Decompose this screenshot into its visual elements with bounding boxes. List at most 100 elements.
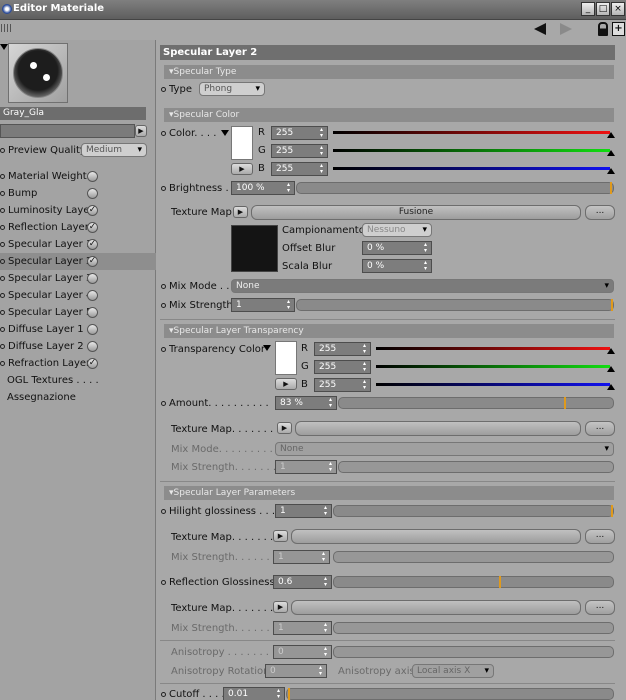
r-input[interactable]: 255 (271, 126, 328, 140)
tg-input[interactable]: 255 (314, 360, 371, 374)
unchecked-icon[interactable] (87, 171, 98, 182)
channel-item[interactable]: OGL Textures . . . . (0, 372, 156, 389)
param-texture-2-arrow[interactable]: ▶ (273, 601, 288, 613)
mix-strength-input[interactable]: 1 (231, 298, 295, 312)
close-button[interactable]: × (611, 2, 625, 16)
type-select[interactable]: Phong (199, 82, 265, 96)
channel-item[interactable]: Bump (0, 185, 156, 202)
tg-slider-handle[interactable] (607, 366, 615, 372)
texture-map-button[interactable]: Fusione (251, 205, 581, 220)
tr-input[interactable]: 255 (314, 342, 371, 356)
channel-item[interactable]: Diffuse Layer 1 (0, 321, 156, 338)
g-slider[interactable] (333, 149, 610, 152)
transparency-color-menu-icon[interactable] (263, 345, 271, 351)
checked-icon[interactable]: ✓ (87, 205, 98, 216)
transparency-color-swatch[interactable] (275, 341, 297, 375)
anisotropy-input[interactable]: 0 (273, 645, 332, 659)
amount-slider[interactable] (338, 397, 614, 409)
unchecked-icon[interactable] (87, 341, 98, 352)
checked-icon[interactable]: ✓ (87, 256, 98, 267)
preview-quality-select[interactable]: Medium (81, 143, 147, 157)
collapse-triangle-icon[interactable] (0, 44, 8, 50)
channel-item[interactable]: Refraction Layer (0, 355, 156, 372)
unchecked-icon[interactable] (87, 307, 98, 318)
g-slider-handle[interactable] (607, 150, 615, 156)
mix-strength-slider-handle[interactable] (611, 299, 613, 311)
checked-icon[interactable]: ✓ (87, 358, 98, 369)
group-transparency[interactable]: ▾Specular Layer Transparency (164, 324, 614, 338)
tr-mix-strength-input[interactable]: 1 (275, 460, 337, 474)
reflection-glossiness-input[interactable]: 0.6 (273, 575, 332, 589)
checked-icon[interactable]: ✓ (87, 222, 98, 233)
tb-slider-handle[interactable] (607, 384, 615, 390)
tr-mix-mode-select[interactable]: None (275, 442, 614, 456)
texture-map-dots-button[interactable]: ... (585, 205, 615, 220)
back-arrow-icon[interactable] (534, 23, 546, 35)
tr-slider-handle[interactable] (607, 348, 615, 354)
unchecked-icon[interactable] (87, 324, 98, 335)
anisotropy-slider[interactable] (333, 646, 614, 658)
checked-icon[interactable]: ✓ (87, 239, 98, 250)
r-slider-handle[interactable] (607, 132, 615, 138)
brightness-slider[interactable] (296, 182, 614, 194)
channel-item[interactable]: Material Weight (0, 168, 156, 185)
param-texture-2-dots-button[interactable]: ... (585, 600, 615, 615)
path-arrow-button[interactable]: ▶ (135, 125, 147, 137)
cutoff-slider[interactable] (286, 688, 614, 700)
tr-slider[interactable] (376, 347, 610, 350)
param-mix-strength-input[interactable]: 1 (273, 550, 330, 564)
mix-strength-slider[interactable] (296, 299, 614, 311)
color-swatch[interactable] (231, 126, 253, 160)
material-name[interactable]: Gray_Gla (0, 107, 146, 120)
material-path-field[interactable] (0, 124, 135, 138)
channel-item[interactable]: Specular Layer 3 (0, 270, 156, 287)
tg-slider[interactable] (376, 365, 610, 368)
tb-input[interactable]: 255 (314, 378, 371, 392)
param-mix-strength-2-input[interactable]: 1 (273, 621, 332, 635)
unchecked-icon[interactable] (87, 273, 98, 284)
anisotropy-rotation-input[interactable]: 0 (265, 664, 327, 678)
mix-mode-select[interactable]: None (231, 279, 614, 293)
amount-input[interactable]: 83 % (275, 396, 337, 410)
tb-slider[interactable] (376, 383, 610, 386)
param-mix-strength-2-slider[interactable] (333, 622, 614, 634)
g-input[interactable]: 255 (271, 144, 328, 158)
tr-texture-arrow[interactable]: ▶ (277, 422, 292, 434)
param-texture-arrow[interactable]: ▶ (273, 530, 288, 542)
tr-texture-dots-button[interactable]: ... (585, 421, 615, 436)
param-texture-2-button[interactable] (291, 600, 581, 615)
group-parameters[interactable]: ▾Specular Layer Parameters (164, 486, 614, 500)
cutoff-slider-handle[interactable] (288, 688, 290, 700)
cutoff-input[interactable]: 0.01 (223, 687, 285, 700)
anisotropy-axis-select[interactable]: Local axis X (412, 664, 494, 678)
b-input[interactable]: 255 (271, 162, 328, 176)
hilight-slider-handle[interactable] (611, 505, 613, 517)
param-texture-dots-button[interactable]: ... (585, 529, 615, 544)
channel-item[interactable]: Assegnazione (0, 389, 156, 406)
group-specular-color[interactable]: ▾Specular Color (164, 108, 614, 122)
color-expand-button[interactable]: ▶ (231, 163, 253, 175)
param-mix-strength-slider[interactable] (333, 551, 614, 563)
maximize-button[interactable]: □ (596, 2, 610, 16)
minimize-button[interactable]: _ (581, 2, 595, 16)
reflection-glossiness-slider[interactable] (333, 576, 614, 588)
hilight-slider[interactable] (333, 505, 614, 517)
tr-mix-strength-slider[interactable] (338, 461, 614, 473)
channel-item[interactable]: Specular Layer 5 (0, 304, 156, 321)
texture-map-arrow[interactable]: ▶ (233, 206, 248, 218)
scale-blur-input[interactable]: 0 % (362, 259, 432, 273)
brightness-slider-handle[interactable] (610, 182, 612, 194)
color-menu-icon[interactable] (221, 130, 229, 136)
group-specular-type[interactable]: ▾Specular Type (164, 65, 614, 79)
b-slider[interactable] (333, 167, 610, 170)
sampling-select[interactable]: Nessuno (362, 223, 432, 237)
forward-arrow-icon[interactable] (560, 23, 572, 35)
offset-blur-input[interactable]: 0 % (362, 241, 432, 255)
channel-item[interactable]: Diffuse Layer 2 (0, 338, 156, 355)
b-slider-handle[interactable] (607, 168, 615, 174)
channel-item[interactable]: Specular Layer 2 (0, 253, 156, 270)
channel-item[interactable]: Specular Layer 4 (0, 287, 156, 304)
channel-item[interactable]: Specular Layer 1 (0, 236, 156, 253)
brightness-input[interactable]: 100 % (231, 181, 295, 195)
channel-item[interactable]: Reflection Layer (0, 219, 156, 236)
